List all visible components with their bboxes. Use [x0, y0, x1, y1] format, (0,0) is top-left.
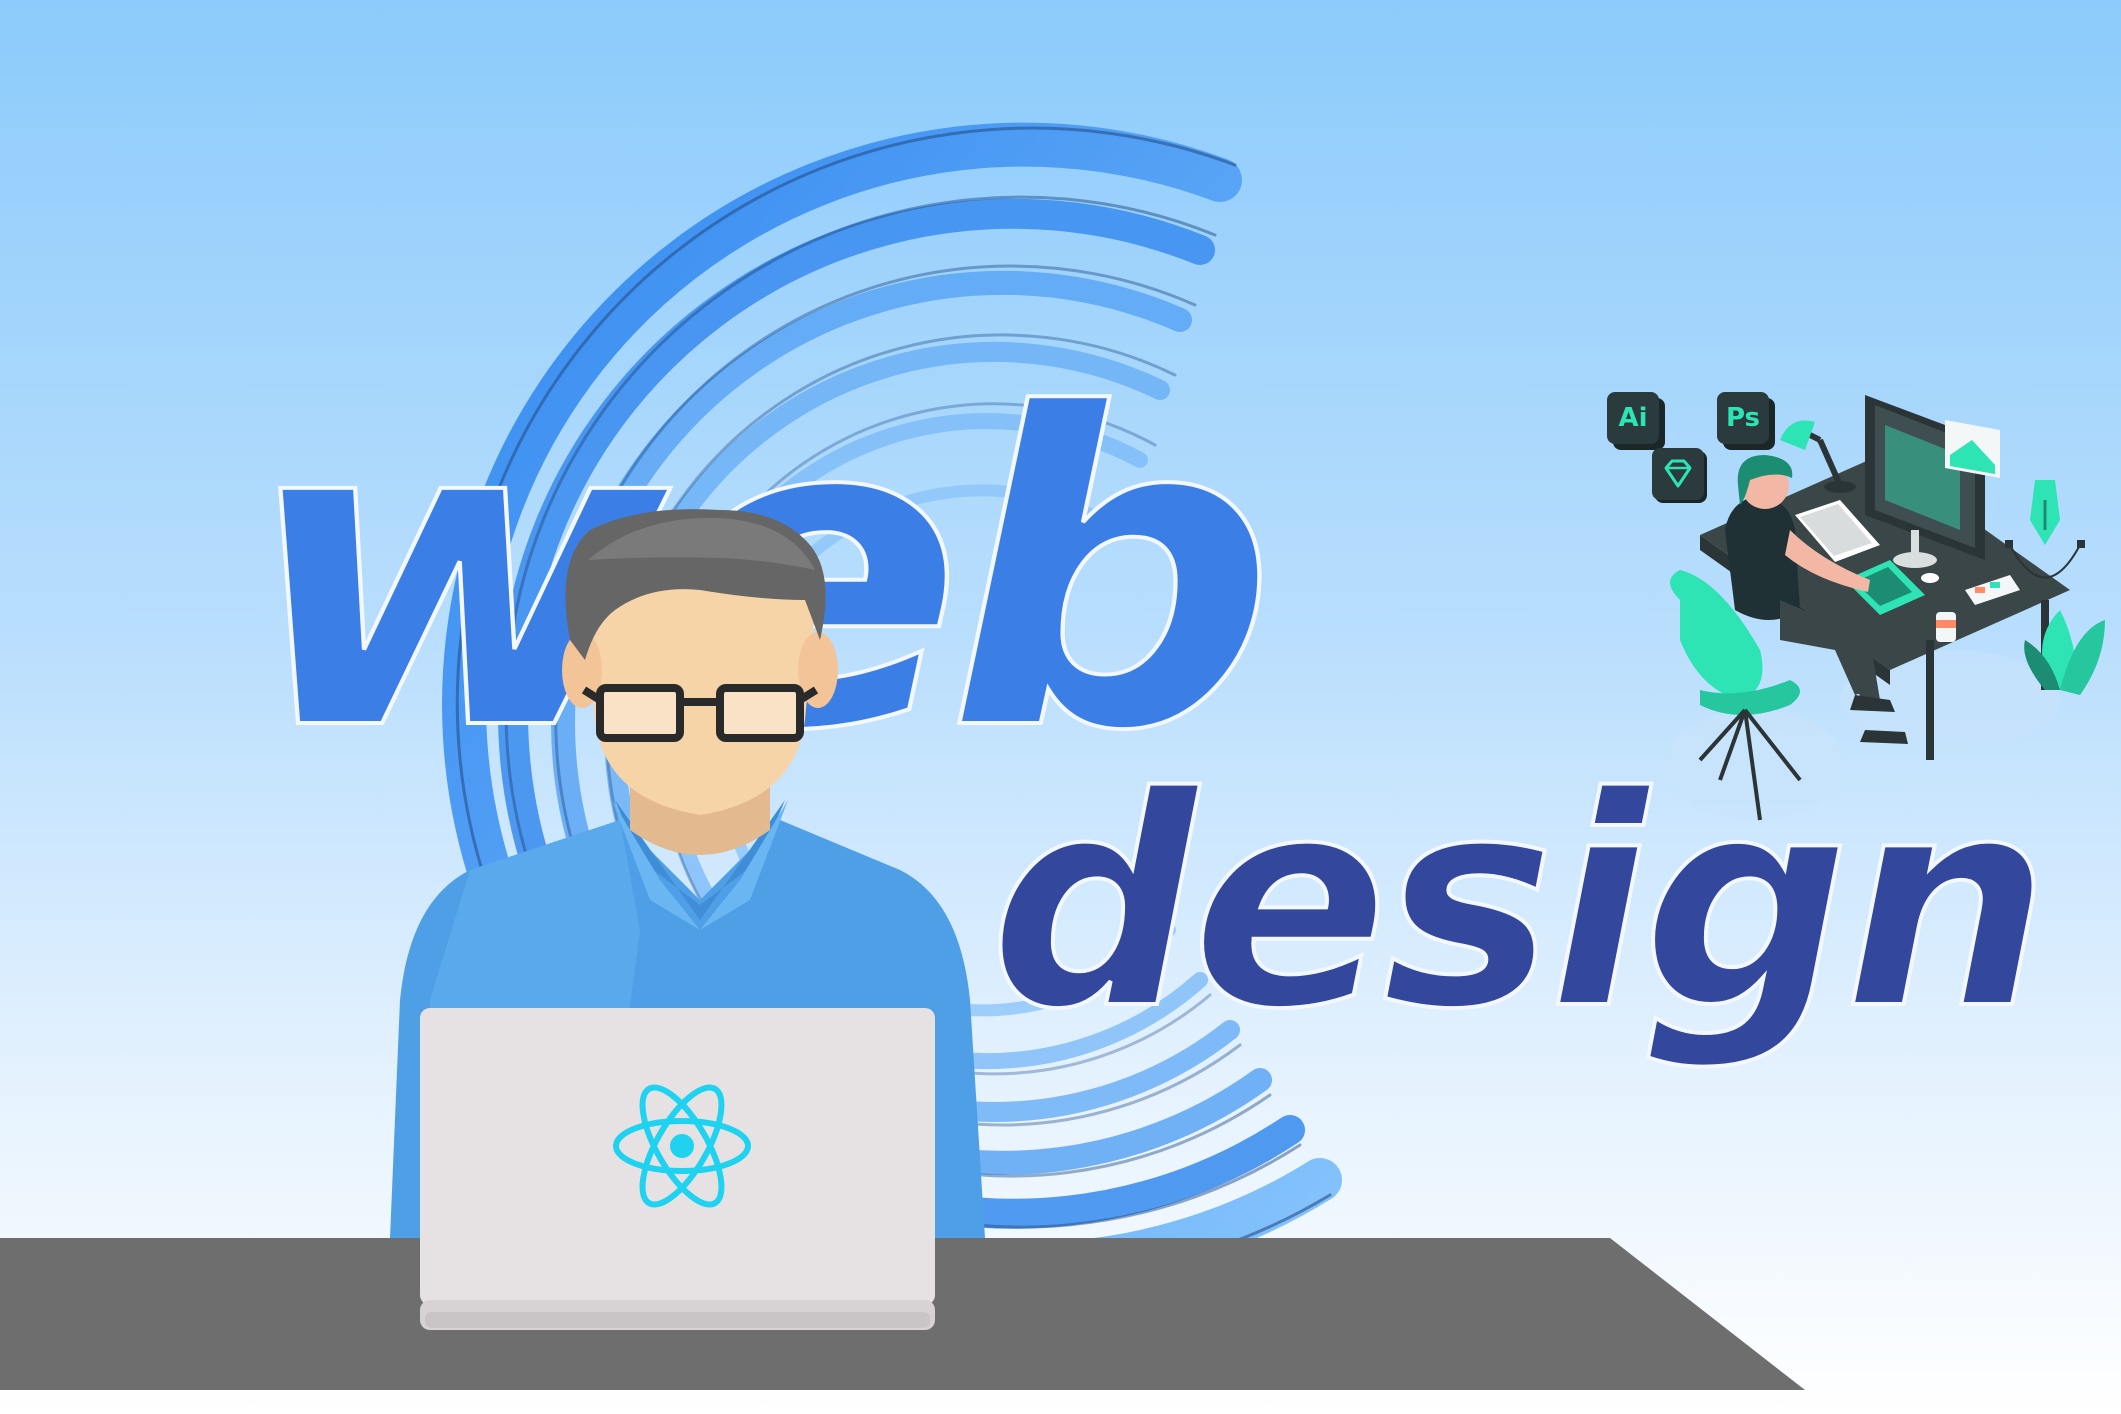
hero-illustration: web design: [0, 0, 2121, 1414]
sketch-diamond-icon: [1652, 448, 1707, 503]
illustrator-icon: Ai: [1607, 392, 1659, 444]
photoshop-icon: Ps: [1717, 392, 1769, 444]
designer-workspace: [1665, 395, 2105, 821]
